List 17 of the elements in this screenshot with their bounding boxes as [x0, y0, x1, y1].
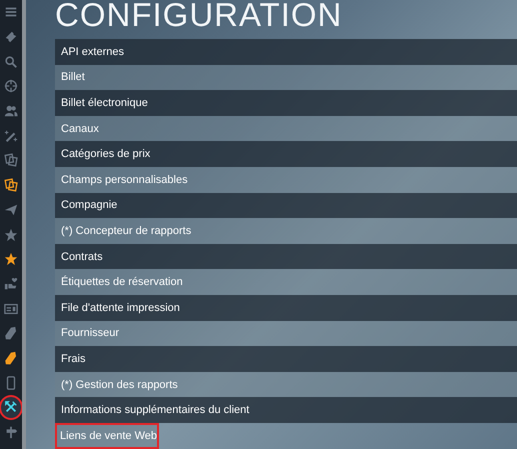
- config-item[interactable]: Catégories de prix: [55, 141, 517, 167]
- page-title: CONFIGURATION: [55, 0, 344, 35]
- config-item[interactable]: File d'attente impression: [55, 294, 517, 321]
- config-item[interactable]: (*) Gestion des rapports: [55, 372, 517, 398]
- config-item[interactable]: Informations supplémentaires du client: [55, 397, 517, 423]
- config-item[interactable]: Champs personnalisables: [55, 166, 517, 193]
- config-item[interactable]: (*) Concepteur de rapports: [55, 218, 517, 244]
- config-item[interactable]: Canaux: [55, 116, 517, 142]
- config-item[interactable]: Billet: [55, 64, 517, 90]
- config-item[interactable]: Billet électronique: [55, 90, 517, 116]
- nav-button[interactable]: [0, 395, 23, 420]
- config-item[interactable]: Étiquettes de réservation: [55, 269, 517, 295]
- config-item[interactable]: Contrats: [55, 244, 517, 270]
- config-item[interactable]: Frais: [55, 346, 517, 372]
- config-item[interactable]: Compagnie: [55, 192, 517, 218]
- config-item[interactable]: API externes: [55, 39, 517, 65]
- config-item[interactable]: Liens de vente Web: [55, 422, 159, 448]
